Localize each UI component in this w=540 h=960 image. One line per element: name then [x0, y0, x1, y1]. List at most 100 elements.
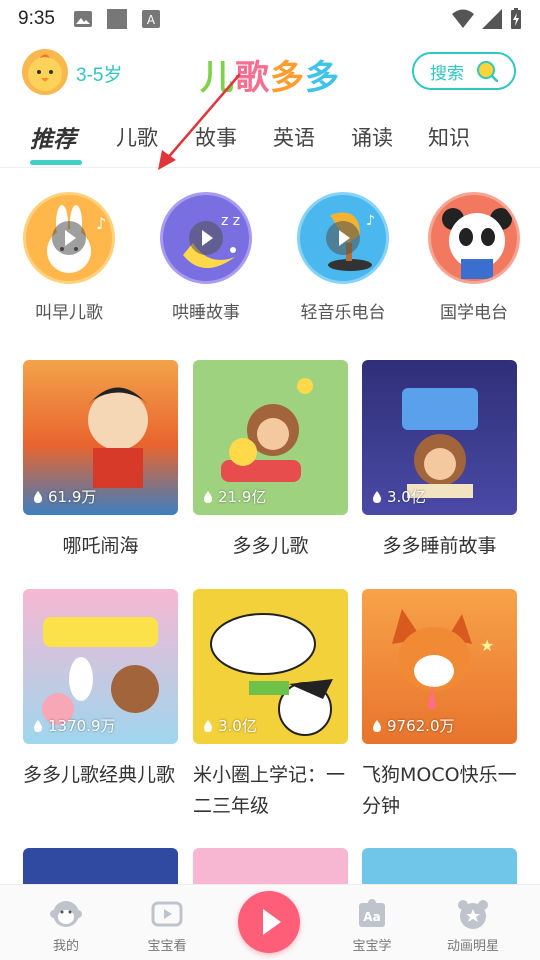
nav-label: 宝宝看	[147, 939, 187, 954]
chick-icon	[28, 54, 62, 91]
album-card[interactable]: 61.9万 哪吒闹海	[23, 360, 178, 562]
radio-label: 国学电台	[440, 303, 508, 323]
svg-text:z z: z z	[221, 213, 240, 229]
tab-knowledge[interactable]: 知识	[428, 122, 470, 152]
logo-char: 多	[305, 58, 340, 98]
play-count: 21.9亿	[201, 486, 266, 507]
svg-text:♪: ♪	[366, 213, 375, 229]
play-icon	[52, 221, 86, 255]
album-card[interactable]	[23, 848, 178, 884]
album-card[interactable]: ★ 9762.0万 飞狗MOCO快乐一分钟	[362, 589, 517, 822]
play-button[interactable]	[238, 891, 300, 953]
radio-label: 轻音乐电台	[300, 303, 386, 323]
child-avatar[interactable]	[22, 49, 68, 95]
album-cover: 3.0亿	[362, 360, 517, 515]
app-header: 3-5岁 儿歌多多 搜索	[0, 44, 540, 102]
flame-icon	[204, 719, 212, 732]
logo-char: 多	[270, 58, 305, 98]
play-count: 3.0亿	[370, 486, 426, 507]
logo-char: 歌	[235, 58, 270, 98]
play-count-value: 9762.0万	[387, 717, 455, 735]
radio-shortcuts: ♪ 叫早儿歌 z z 哄睡故事 ♪ 轻音乐电台 国学电台	[0, 192, 540, 332]
monkey-face-icon	[50, 901, 82, 927]
radio-item-classics[interactable]: 国学电台	[414, 192, 534, 323]
album-card[interactable]: 3.0亿 多多睡前故事	[362, 360, 517, 562]
album-cover: ★ 9762.0万	[362, 589, 517, 744]
logo-char: 儿	[200, 58, 235, 98]
album-card[interactable]: 3.0亿 米小圈上学记：一二三年级	[193, 589, 348, 822]
flame-icon	[34, 719, 42, 732]
square-notification-icon	[106, 9, 127, 29]
play-count-value: 1370.9万	[48, 717, 116, 735]
a-notification-icon: A	[141, 10, 160, 28]
nav-item-watch[interactable]: 宝宝看	[122, 897, 212, 954]
flame-icon	[373, 490, 381, 503]
panda-icon	[428, 192, 520, 284]
wifi-icon	[452, 9, 474, 28]
play-count-value: 3.0亿	[218, 717, 257, 735]
tab-recitation[interactable]: 诵读	[351, 122, 393, 152]
bear-star-icon	[458, 900, 488, 929]
play-count: 61.9万	[31, 486, 96, 507]
play-count: 9762.0万	[370, 715, 455, 736]
puzzle-aa-icon: Aa	[359, 899, 385, 927]
tab-recommend[interactable]: 推荐	[30, 120, 76, 154]
play-count: 1370.9万	[31, 715, 116, 736]
status-time: 9:35	[18, 8, 55, 29]
tv-play-icon	[151, 901, 183, 927]
nav-label: 动画明星	[446, 939, 499, 954]
svg-text:★: ★	[480, 636, 494, 655]
bottom-navigation: 我的 宝宝看 Aa 宝宝学 动画明星	[0, 884, 540, 960]
play-count-value: 3.0亿	[387, 488, 426, 506]
svg-text:♪: ♪	[96, 214, 106, 233]
album-title: 多多儿歌经典儿歌	[23, 764, 176, 786]
svg-text:A: A	[147, 13, 156, 27]
album-card[interactable]	[362, 848, 517, 884]
nav-item-stars[interactable]: 动画明星	[428, 897, 518, 954]
age-selector[interactable]: 3-5岁	[76, 60, 122, 87]
album-cover: 21.9亿	[193, 360, 348, 515]
album-cover	[193, 848, 348, 884]
album-cover: 3.0亿	[193, 589, 348, 744]
album-cover: 61.9万	[23, 360, 178, 515]
album-title: 飞狗MOCO快乐一分钟	[362, 764, 517, 817]
flame-icon	[373, 719, 381, 732]
album-card[interactable]: 1370.9万 多多儿歌经典儿歌	[23, 589, 178, 791]
nav-item-mine[interactable]: 我的	[21, 897, 111, 954]
album-cover: 1370.9万	[23, 589, 178, 744]
gramophone-icon: ♪	[297, 192, 389, 284]
album-title: 多多儿歌	[232, 535, 309, 557]
tab-english[interactable]: 英语	[273, 122, 315, 152]
nav-label: 我的	[52, 939, 79, 954]
image-notification-icon	[73, 11, 92, 27]
album-title: 多多睡前故事	[382, 535, 497, 557]
tab-songs[interactable]: 儿歌	[116, 122, 158, 152]
album-title: 哪吒闹海	[62, 535, 139, 557]
flame-icon	[34, 490, 42, 503]
nav-item-learn[interactable]: Aa 宝宝学	[327, 897, 417, 954]
app-logo: 儿歌多多	[200, 50, 340, 99]
album-card[interactable]: 21.9亿 多多儿歌	[193, 360, 348, 562]
svg-text:Aa: Aa	[363, 910, 380, 924]
bunny-icon: ♪	[23, 192, 115, 284]
radio-label: 叫早儿歌	[35, 303, 103, 323]
search-label: 搜索	[430, 63, 464, 84]
play-count: 3.0亿	[201, 715, 257, 736]
search-button[interactable]: 搜索	[412, 52, 516, 90]
album-title: 米小圈上学记：一二三年级	[193, 764, 346, 817]
play-count-value: 21.9亿	[218, 488, 267, 506]
tab-stories[interactable]: 故事	[195, 122, 237, 152]
radio-item-bedtime-stories[interactable]: z z 哄睡故事	[146, 192, 266, 323]
nav-label: 宝宝学	[352, 939, 392, 954]
battery-icon	[511, 8, 521, 29]
radio-label: 哄睡故事	[172, 303, 240, 323]
signal-icon	[482, 9, 502, 29]
play-count-value: 61.9万	[48, 488, 97, 506]
album-card[interactable]	[193, 848, 348, 884]
radio-item-morning-songs[interactable]: ♪ 叫早儿歌	[9, 192, 129, 323]
flame-icon	[204, 490, 212, 503]
album-cover	[23, 848, 178, 884]
play-icon	[326, 221, 360, 255]
radio-item-light-music[interactable]: ♪ 轻音乐电台	[283, 192, 403, 323]
active-tab-indicator	[30, 160, 82, 165]
